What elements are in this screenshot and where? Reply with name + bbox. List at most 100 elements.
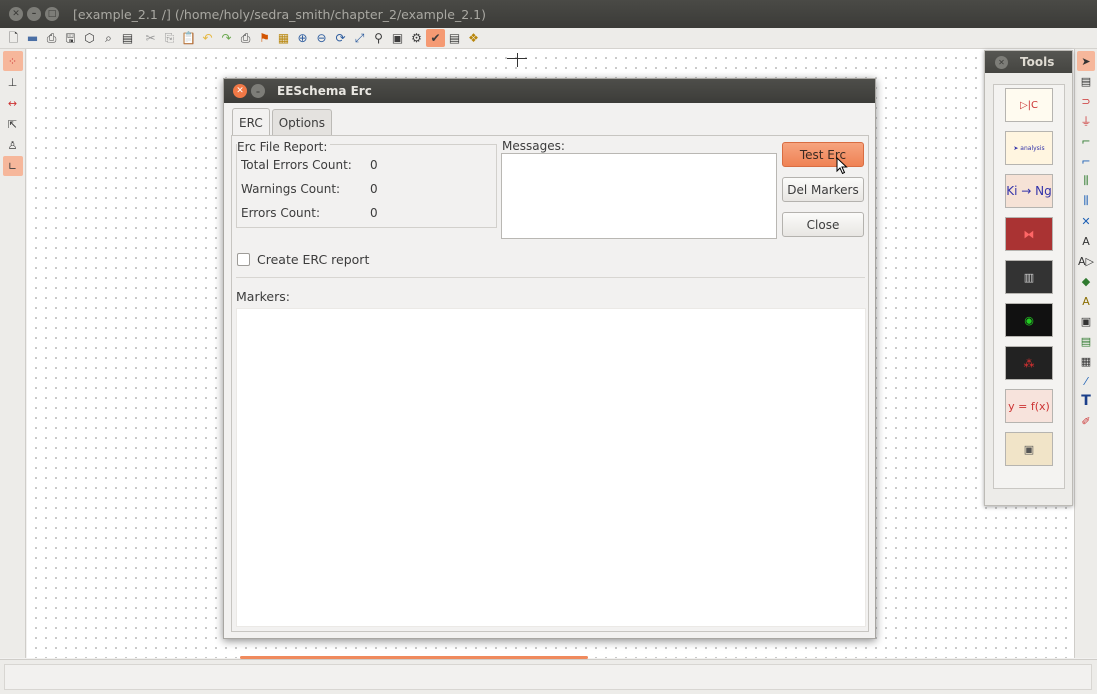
dialog-title: EESchema Erc (277, 84, 372, 98)
tab-options[interactable]: Options (271, 109, 333, 135)
ki-to-ng-tool-icon[interactable]: Ki → Ng (1005, 174, 1053, 208)
test-erc-button[interactable]: Test Erc (782, 142, 864, 167)
add-global-label-icon[interactable]: A▷ (1077, 251, 1095, 271)
tools-palette-title: ✕ Tools (985, 51, 1072, 73)
find-icon[interactable]: ⚲ (369, 29, 388, 47)
main-toolbar: 🗋 ▬ ⎙ 🖫 ⬡ ⌕ ▤ ✂ ⎘ 📋 ↶ ↷ ⎙ ⚑ ▦ ⊕ ⊖ ⟳ ⤢ ⚲ … (0, 28, 1097, 49)
add-net-label-icon[interactable]: A (1077, 231, 1095, 251)
pcbnew-tool-icon[interactable]: ◉ (1005, 303, 1053, 337)
tools-palette: ✕ Tools ▷|C ➤ analysis Ki → Ng ⧓ ▥ ◉ ⁂ y… (984, 50, 1073, 506)
plot-icon[interactable]: ⚑ (255, 29, 274, 47)
dialog-close-icon[interactable]: ✕ (233, 84, 247, 98)
library-browser-icon[interactable]: ⬡ (80, 29, 99, 47)
dialog-titlebar: ✕ – EESchema Erc (224, 79, 875, 103)
errors-label: Errors Count: (241, 206, 320, 220)
gerbview-tool-icon[interactable]: ⁂ (1005, 346, 1053, 380)
netlist-icon[interactable]: ⚙ (407, 29, 426, 47)
print-icon[interactable]: ⎙ (236, 29, 255, 47)
add-sheet-pin-icon[interactable]: ▦ (1077, 351, 1095, 371)
pcb-3d-tool-icon[interactable]: ▥ (1005, 260, 1053, 294)
window-minimize-button[interactable]: – (27, 7, 41, 21)
zoom-select-icon[interactable]: ⌕ (99, 29, 118, 47)
messages-label: Messages: (502, 139, 565, 153)
undo-icon[interactable]: ↶ (198, 29, 217, 47)
open-icon[interactable]: ▬ (23, 29, 42, 47)
mouse-pointer-icon (836, 157, 848, 175)
delete-item-icon[interactable]: ✐ (1077, 411, 1095, 431)
crosshair-cursor (507, 53, 527, 67)
add-junction-icon[interactable]: ◆ (1077, 271, 1095, 291)
add-bus-icon[interactable]: ⌐ (1077, 151, 1095, 171)
cvpcb-tool-icon[interactable]: ⧓ (1005, 217, 1053, 251)
warnings-label: Warnings Count: (241, 182, 341, 196)
tools-close-icon[interactable]: ✕ (995, 55, 1008, 69)
total-errors-row: Total Errors Count: 0 (241, 158, 378, 172)
messages-textarea[interactable] (501, 153, 777, 239)
library-editor-icon[interactable]: ⎙ (42, 29, 61, 47)
add-graphic-line-icon[interactable]: ⁄ (1077, 371, 1095, 391)
highlight-net-icon[interactable]: ▤ (1077, 71, 1095, 91)
units-mm-icon[interactable]: ↔ (3, 93, 23, 113)
checkbox-box[interactable] (237, 253, 250, 266)
window-close-button[interactable]: ✕ (9, 7, 23, 21)
errors-value: 0 (370, 206, 378, 220)
window-maximize-button[interactable]: □ (45, 7, 59, 21)
hidden-pins-icon[interactable]: ♙ (3, 135, 23, 155)
erc-file-report-group: Erc File Report: Total Errors Count: 0 W… (236, 140, 497, 228)
window-titlebar: ✕ – □ [example_2.1 /] (/home/holy/sedra_… (0, 0, 1097, 28)
status-field (4, 664, 1092, 690)
list-icon[interactable]: ▦ (274, 29, 293, 47)
annotate-icon[interactable]: ▣ (388, 29, 407, 47)
create-erc-report-checkbox[interactable]: Create ERC report (237, 252, 369, 267)
wire-to-bus-entry-icon[interactable]: ⫼ (1077, 171, 1095, 191)
save-icon[interactable]: 🖫 (61, 29, 80, 47)
left-toolbar: ⁘ ⊥ ↔ ⇱ ♙ ∟ (0, 49, 26, 658)
copy-icon[interactable]: ⎘ (160, 29, 179, 47)
spice-analysis-tool-icon[interactable]: ➤ analysis (1005, 131, 1053, 165)
zoom-redraw-icon[interactable]: ⟳ (331, 29, 350, 47)
dialog-minimize-icon[interactable]: – (251, 84, 265, 98)
bus-orientation-icon[interactable]: ∟ (2, 156, 23, 176)
add-hier-label-icon[interactable]: A (1077, 291, 1095, 311)
erc-dialog: ✕ – EESchema Erc ERC Options Erc File Re… (223, 78, 876, 639)
cut-icon[interactable]: ✂ (141, 29, 160, 47)
add-power-icon[interactable]: ⏚ (1077, 111, 1095, 131)
no-connect-icon[interactable]: ✕ (1077, 211, 1095, 231)
del-markers-button[interactable]: Del Markers (782, 177, 864, 202)
erc-file-report-title: Erc File Report: (237, 140, 331, 154)
tab-erc[interactable]: ERC (232, 108, 270, 136)
section-divider (236, 277, 865, 278)
paste-icon[interactable]: 📋 (179, 29, 198, 47)
cvpcb-icon[interactable]: ❖ (464, 29, 483, 47)
warnings-value: 0 (370, 182, 378, 196)
function-plot-tool-icon[interactable]: y = f(x) (1005, 389, 1053, 423)
zoom-fit-icon[interactable]: ⤢ (350, 29, 369, 47)
close-button[interactable]: Close (782, 212, 864, 237)
redo-icon[interactable]: ↷ (217, 29, 236, 47)
select-arrow-icon[interactable]: ➤ (1077, 51, 1095, 71)
grid-icon[interactable]: ⁘ (2, 51, 23, 71)
total-errors-value: 0 (370, 158, 378, 172)
errors-row: Errors Count: 0 (241, 206, 378, 220)
add-hier-sheet-icon[interactable]: ▣ (1077, 311, 1095, 331)
units-icon[interactable]: ⊥ (3, 72, 23, 92)
status-bar (0, 659, 1097, 694)
footprint-editor-tool-icon[interactable]: ▣ (1005, 432, 1053, 466)
markers-list[interactable] (236, 308, 866, 627)
add-component-icon[interactable]: ⊃ (1077, 91, 1095, 111)
tools-list: ▷|C ➤ analysis Ki → Ng ⧓ ▥ ◉ ⁂ y = f(x) … (993, 84, 1065, 489)
add-text-icon[interactable]: T (1077, 391, 1095, 411)
erc-icon[interactable]: ✔ (426, 29, 445, 47)
bus-to-bus-entry-icon[interactable]: ⫼ (1077, 191, 1095, 211)
bom-icon[interactable]: ▤ (445, 29, 464, 47)
zoom-out-icon[interactable]: ⊖ (312, 29, 331, 47)
total-errors-label: Total Errors Count: (241, 158, 352, 172)
import-sheet-pin-icon[interactable]: ▤ (1077, 331, 1095, 351)
cursor-shape-icon[interactable]: ⇱ (3, 114, 23, 134)
hierarchy-icon[interactable]: ▤ (118, 29, 137, 47)
dialog-tabs: ERC Options (232, 108, 334, 136)
new-sheet-icon[interactable]: 🗋 (4, 29, 23, 47)
eeschema-tool-icon[interactable]: ▷|C (1005, 88, 1053, 122)
zoom-in-icon[interactable]: ⊕ (293, 29, 312, 47)
add-wire-icon[interactable]: ⌐ (1077, 131, 1095, 151)
